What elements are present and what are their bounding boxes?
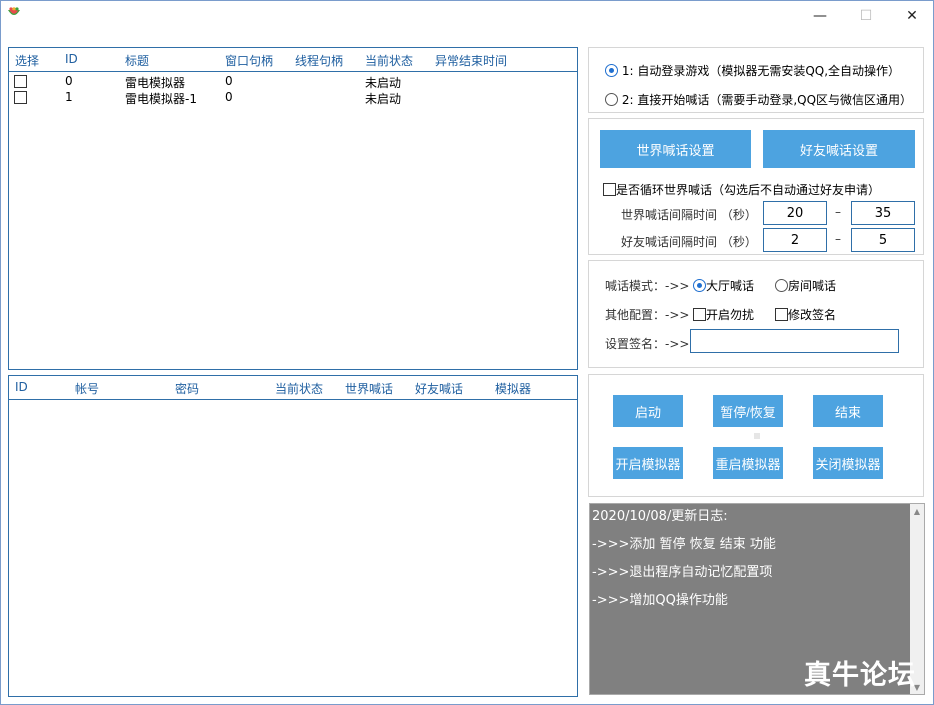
col-status[interactable]: 当前状态 bbox=[275, 380, 323, 397]
radio-icon[interactable] bbox=[693, 279, 706, 292]
minimize-button[interactable]: — bbox=[797, 1, 843, 31]
scroll-up-icon[interactable]: ▲ bbox=[910, 504, 924, 518]
row-window-handle: 0 bbox=[225, 74, 233, 88]
shout-settings-group: 世界喊话设置 好友喊话设置 是否循环世界喊话（勾选后不自动通过好友申请） 世界喊… bbox=[588, 118, 924, 255]
open-emulator-button[interactable]: 开启模拟器 bbox=[613, 447, 683, 479]
close-button[interactable]: ✕ bbox=[889, 1, 934, 31]
world-interval-label: 世界喊话间隔时间 （秒） bbox=[621, 208, 757, 222]
col-select[interactable]: 选择 bbox=[15, 52, 39, 69]
log-line: ->>>退出程序自动记忆配置项 bbox=[592, 565, 773, 580]
watermark: 真牛论坛 bbox=[804, 660, 916, 691]
mode-option-1[interactable]: 1: 自动登录游戏（模拟器无需安装QQ,全自动操作） bbox=[605, 62, 900, 79]
col-status[interactable]: 当前状态 bbox=[365, 52, 413, 69]
radio-icon[interactable] bbox=[775, 279, 788, 292]
world-interval-min-input[interactable]: 20 bbox=[763, 201, 827, 225]
title-bar: — ☐ ✕ bbox=[1, 1, 933, 31]
col-emulator[interactable]: 模拟器 bbox=[495, 380, 531, 397]
friend-interval-min-input[interactable]: 2 bbox=[763, 228, 827, 252]
loop-world-shout-checkbox[interactable]: 是否循环世界喊话（勾选后不自动通过好友申请） bbox=[603, 181, 880, 198]
controls-group: 启动 暂停/恢复 结束 开启模拟器 重启模拟器 关闭模拟器 bbox=[588, 374, 924, 497]
row-checkbox[interactable] bbox=[14, 91, 27, 104]
do-not-disturb-label: 开启勿扰 bbox=[706, 308, 755, 322]
shout-mode-hall-radio[interactable]: 大厅喊话 bbox=[693, 277, 754, 294]
world-shout-settings-button[interactable]: 世界喊话设置 bbox=[600, 130, 751, 168]
col-password[interactable]: 密码 bbox=[175, 380, 199, 397]
emulator-list-header: 选择 ID 标题 窗口句柄 线程句柄 当前状态 异常结束时间 bbox=[9, 48, 577, 72]
col-title[interactable]: 标题 bbox=[125, 52, 149, 69]
restart-emulator-button[interactable]: 重启模拟器 bbox=[713, 447, 783, 479]
signature-label: 设置签名：->> bbox=[605, 337, 690, 351]
loop-world-shout-label: 是否循环世界喊话（勾选后不自动通过好友申请） bbox=[616, 183, 881, 197]
friend-shout-settings-button[interactable]: 好友喊话设置 bbox=[763, 130, 915, 168]
checkbox-icon[interactable] bbox=[693, 308, 706, 321]
range-dash: – bbox=[835, 232, 841, 246]
mode-option-2-label: 2: 直接开始喊话（需要手动登录,QQ区与微信区通用） bbox=[621, 93, 913, 107]
signature-input[interactable] bbox=[690, 329, 899, 353]
other-config-label: 其他配置：->> bbox=[605, 308, 690, 322]
account-list[interactable]: ID 帐号 密码 当前状态 世界喊话 好友喊话 模拟器 bbox=[8, 375, 578, 697]
col-id[interactable]: ID bbox=[65, 52, 78, 66]
mode-option-2[interactable]: 2: 直接开始喊话（需要手动登录,QQ区与微信区通用） bbox=[605, 91, 912, 108]
row-status: 未启动 bbox=[365, 92, 402, 106]
col-friend-shout[interactable]: 好友喊话 bbox=[415, 380, 463, 397]
emulator-list[interactable]: 选择 ID 标题 窗口句柄 线程句柄 当前状态 异常结束时间 0 雷电模拟器 0… bbox=[8, 47, 578, 370]
mode-group: 1: 自动登录游戏（模拟器无需安装QQ,全自动操作） 2: 直接开始喊话（需要手… bbox=[588, 47, 924, 113]
row-title: 雷电模拟器-1 bbox=[125, 92, 197, 106]
log-line: ->>>添加 暂停 恢复 结束 功能 bbox=[592, 537, 776, 552]
col-world-shout[interactable]: 世界喊话 bbox=[345, 380, 393, 397]
table-row[interactable]: 0 雷电模拟器 0 未启动 bbox=[9, 73, 577, 90]
table-row[interactable]: 1 雷电模拟器-1 0 未启动 bbox=[9, 89, 577, 106]
end-button[interactable]: 结束 bbox=[813, 395, 883, 427]
range-dash: – bbox=[835, 205, 841, 219]
shout-mode-room-label: 房间喊话 bbox=[788, 279, 837, 293]
radio-icon[interactable] bbox=[605, 64, 618, 77]
row-id: 0 bbox=[65, 74, 73, 88]
shout-mode-room-radio[interactable]: 房间喊话 bbox=[775, 277, 836, 294]
row-checkbox[interactable] bbox=[14, 75, 27, 88]
friend-interval-max-input[interactable]: 5 bbox=[851, 228, 915, 252]
row-window-handle: 0 bbox=[225, 90, 233, 104]
friend-interval-label: 好友喊话间隔时间 （秒） bbox=[621, 235, 757, 249]
col-id[interactable]: ID bbox=[15, 380, 28, 394]
shout-mode-label: 喊话模式：->> bbox=[605, 279, 690, 293]
main-window: — ☐ ✕ 选择 ID 标题 窗口句柄 线程句柄 当前状态 异常结束时间 0 雷… bbox=[0, 0, 934, 705]
pause-resume-button[interactable]: 暂停/恢复 bbox=[713, 395, 783, 427]
world-interval-max-input[interactable]: 35 bbox=[851, 201, 915, 225]
col-window-handle[interactable]: 窗口句柄 bbox=[225, 52, 273, 69]
row-id: 1 bbox=[65, 90, 73, 104]
checkbox-icon[interactable] bbox=[603, 183, 616, 196]
col-thread-handle[interactable]: 线程句柄 bbox=[295, 52, 343, 69]
close-emulator-button[interactable]: 关闭模拟器 bbox=[813, 447, 883, 479]
divider-dot bbox=[754, 433, 760, 439]
radio-icon[interactable] bbox=[605, 93, 618, 106]
log-line: 2020/10/08/更新日志: bbox=[592, 509, 728, 524]
modify-signature-checkbox[interactable]: 修改签名 bbox=[775, 306, 836, 323]
shout-mode-hall-label: 大厅喊话 bbox=[706, 279, 755, 293]
modify-signature-label: 修改签名 bbox=[788, 308, 837, 322]
config-group: 喊话模式：->> 大厅喊话 房间喊话 其他配置：->> 开启勿扰 修改签名 设置… bbox=[588, 260, 924, 368]
mode-option-1-label: 1: 自动登录游戏（模拟器无需安装QQ,全自动操作） bbox=[621, 64, 901, 78]
checkbox-icon[interactable] bbox=[775, 308, 788, 321]
col-end-time[interactable]: 异常结束时间 bbox=[435, 52, 507, 69]
maximize-button[interactable]: ☐ bbox=[843, 1, 889, 31]
watermelon-app-icon bbox=[8, 7, 20, 15]
account-list-header: ID 帐号 密码 当前状态 世界喊话 好友喊话 模拟器 bbox=[9, 376, 577, 400]
do-not-disturb-checkbox[interactable]: 开启勿扰 bbox=[693, 306, 754, 323]
col-account[interactable]: 帐号 bbox=[75, 380, 99, 397]
log-line: ->>>增加QQ操作功能 bbox=[592, 593, 728, 608]
start-button[interactable]: 启动 bbox=[613, 395, 683, 427]
